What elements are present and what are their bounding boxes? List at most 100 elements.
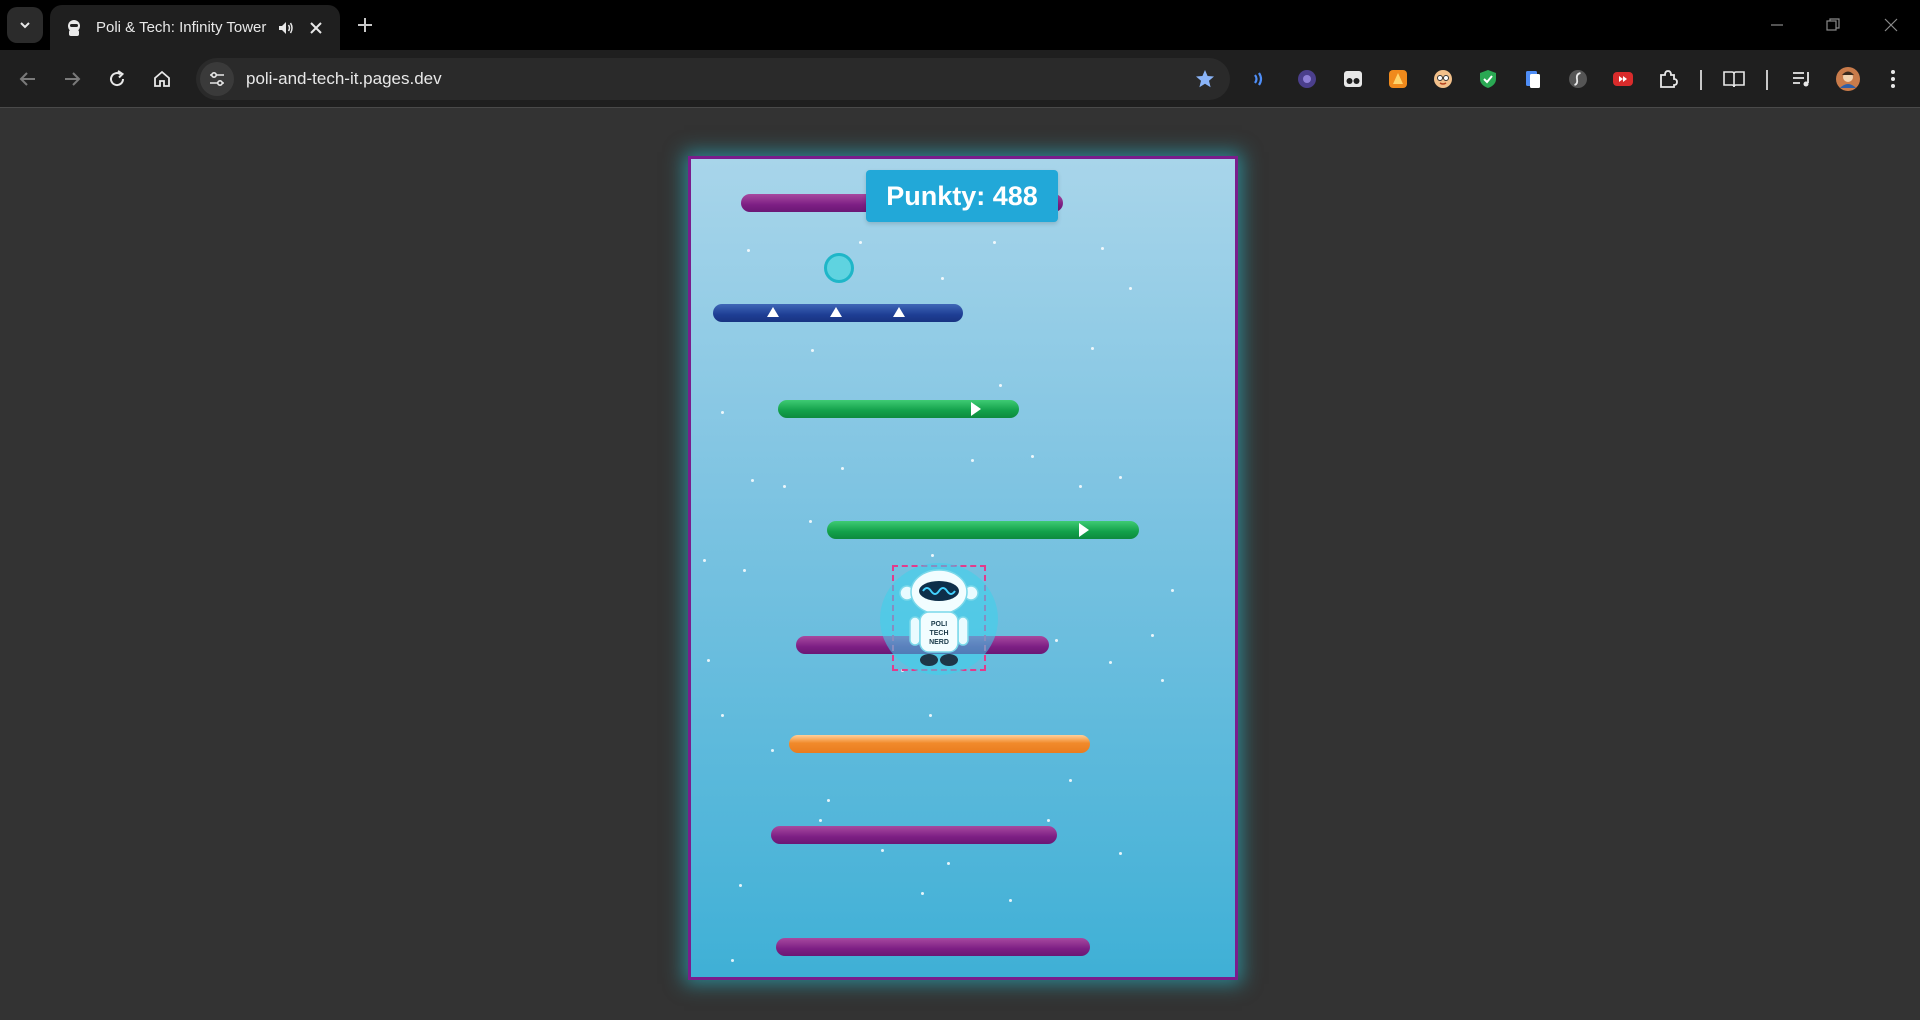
star-dot <box>841 467 844 470</box>
script-extension-icon[interactable] <box>1564 65 1592 93</box>
arrow-right-icon <box>971 402 981 416</box>
star-dot <box>1047 819 1050 822</box>
purple-circle-extension-icon[interactable] <box>1293 65 1321 93</box>
home-icon <box>154 70 170 87</box>
browser-toolbar: poli-and-tech-it.pages.dev <box>0 50 1920 108</box>
back-button[interactable] <box>12 63 44 95</box>
spike-icon <box>893 307 905 317</box>
site-info-button[interactable] <box>200 62 234 96</box>
star-dot <box>811 349 814 352</box>
platform-moving <box>778 400 1019 418</box>
star-dot <box>1119 476 1122 479</box>
star-dot <box>929 714 932 717</box>
arrow-left-icon <box>19 72 35 86</box>
robot-chest-text: NERD <box>929 639 949 646</box>
star-dot <box>881 849 884 852</box>
star-dot <box>993 241 996 244</box>
star-dot <box>999 384 1002 387</box>
more-menu-icon[interactable] <box>1879 65 1907 93</box>
star-dot <box>747 249 750 252</box>
robot-chest-text: TECH <box>929 630 948 637</box>
spike-icon <box>830 307 842 317</box>
star-dot <box>1151 634 1154 637</box>
star-dot <box>731 959 734 962</box>
star-dot <box>1091 347 1094 350</box>
forward-button[interactable] <box>56 63 88 95</box>
tab-search-button[interactable] <box>7 7 43 43</box>
chevron-down-icon <box>20 22 30 29</box>
star-dot <box>1119 852 1122 855</box>
reading-list-icon[interactable] <box>1720 65 1748 93</box>
robot-icon: POLI TECH NERD <box>899 569 979 666</box>
robot-chest-text: POLI <box>931 621 947 628</box>
speaker-icon[interactable] <box>276 18 296 38</box>
close-window-button[interactable] <box>1876 10 1906 40</box>
star-dot <box>1069 779 1072 782</box>
arrow-right-icon <box>1079 523 1089 537</box>
platform-purple <box>776 938 1090 956</box>
star-dot <box>721 714 724 717</box>
star-dot <box>703 559 706 562</box>
star-dot <box>1109 661 1112 664</box>
star-dot <box>1055 639 1058 642</box>
star-dot <box>721 411 724 414</box>
tab-active[interactable]: Poli & Tech: Infinity Tower <box>50 5 340 50</box>
star-dot <box>947 862 950 865</box>
star-dot <box>819 819 822 822</box>
platform-purple <box>771 826 1057 844</box>
star-dot <box>809 520 812 523</box>
arrow-right-icon <box>65 72 81 86</box>
glasses-extension-icon[interactable] <box>1339 65 1367 93</box>
media-controls-icon[interactable] <box>1788 65 1816 93</box>
star-dot <box>771 749 774 752</box>
face-extension-icon[interactable] <box>1429 65 1457 93</box>
tune-icon <box>210 71 224 87</box>
game-favicon-icon <box>64 18 84 38</box>
close-tab-icon[interactable] <box>306 18 326 38</box>
plus-icon <box>358 18 372 32</box>
minimize-icon <box>1771 24 1783 26</box>
star-dot <box>931 554 934 557</box>
star-dot <box>1171 589 1174 592</box>
energy-orb <box>824 253 854 283</box>
home-button[interactable] <box>146 63 178 95</box>
browser-titlebar: Poli & Tech: Infinity Tower <box>0 0 1920 50</box>
star-dot <box>739 884 742 887</box>
platform-spike <box>713 304 963 322</box>
video-extension-icon[interactable] <box>1609 65 1637 93</box>
player-robot: POLI TECH NERD <box>880 563 998 675</box>
spike-icon <box>767 307 779 317</box>
platform-bounce <box>789 735 1090 753</box>
profile-avatar-icon[interactable] <box>1834 65 1862 93</box>
star-dot <box>921 892 924 895</box>
game-canvas[interactable]: POLI TECH NERD Punkty: 488 <box>688 156 1238 980</box>
star-dot <box>1031 455 1034 458</box>
star-dot <box>1101 247 1104 250</box>
address-bar[interactable]: poli-and-tech-it.pages.dev <box>196 58 1230 100</box>
platform-moving <box>827 521 1139 539</box>
star-dot <box>1129 287 1132 290</box>
close-icon <box>1884 18 1898 32</box>
minimize-button[interactable] <box>1762 10 1792 40</box>
new-tab-button[interactable] <box>352 12 378 38</box>
reload-button[interactable] <box>101 63 133 95</box>
star-dot <box>707 659 710 662</box>
star-dot <box>941 277 944 280</box>
docs-extension-icon[interactable] <box>1519 65 1547 93</box>
extensions-puzzle-icon[interactable] <box>1654 65 1682 93</box>
star-dot <box>751 479 754 482</box>
star-dot <box>743 569 746 572</box>
read-aloud-extension-icon[interactable] <box>1247 65 1275 93</box>
reload-icon <box>110 70 125 87</box>
star-dot <box>859 241 862 244</box>
restore-button[interactable] <box>1818 10 1848 40</box>
star-dot <box>971 459 974 462</box>
orange-bell-extension-icon[interactable] <box>1384 65 1412 93</box>
star-dot <box>827 799 830 802</box>
toolbar-separator <box>1700 70 1702 90</box>
score-display: Punkty: 488 <box>866 170 1058 222</box>
url-text[interactable]: poli-and-tech-it.pages.dev <box>246 69 1190 89</box>
bookmark-star-icon[interactable] <box>1190 64 1220 94</box>
star-dot <box>783 485 786 488</box>
shield-extension-icon[interactable] <box>1474 65 1502 93</box>
